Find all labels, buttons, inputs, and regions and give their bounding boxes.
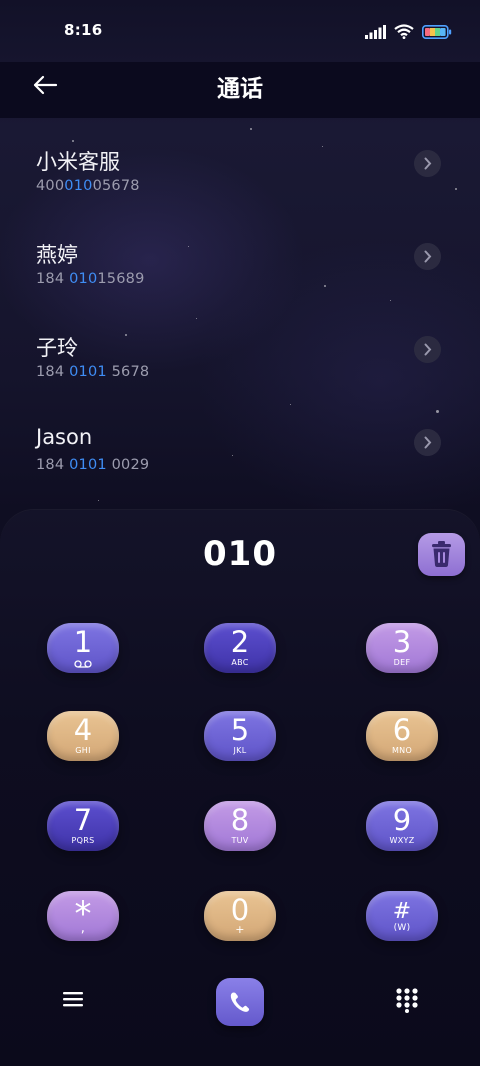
contact-row[interactable]: Jason 184 0101 0029	[0, 397, 480, 490]
contact-number: 184 0101 0029	[36, 457, 150, 473]
number-match-highlight: 010	[64, 178, 93, 194]
dial-key-star[interactable]: *,	[47, 891, 119, 941]
contact-name: Jason	[36, 425, 93, 449]
app-header: 通话	[0, 62, 480, 118]
contact-row[interactable]: 燕婷 184 01015689	[0, 211, 480, 304]
dial-key-8[interactable]: 8 TUV	[204, 801, 276, 851]
phone-icon	[230, 992, 250, 1012]
chevron-right-icon[interactable]	[414, 429, 441, 456]
wifi-icon	[394, 24, 414, 39]
contact-row[interactable]: 子玲 184 0101 5678	[0, 304, 480, 397]
voicemail-icon	[74, 660, 92, 668]
chevron-right-icon[interactable]	[414, 336, 441, 363]
number-match-highlight: 010	[69, 271, 98, 287]
contact-results-list: 小米客服 40001005678 燕婷 184 01015689 子玲 184 …	[0, 118, 480, 490]
chevron-right-icon[interactable]	[414, 150, 441, 177]
number-match-highlight: 0101	[69, 457, 107, 473]
contact-name: 小米客服	[36, 150, 120, 174]
battery-icon	[422, 24, 452, 39]
contact-row[interactable]: 小米客服 40001005678	[0, 118, 480, 211]
contact-number: 184 0101 5678	[36, 364, 150, 380]
status-time: 8:16	[64, 21, 103, 39]
chevron-right-icon[interactable]	[414, 243, 441, 270]
dial-key-4[interactable]: 4 GHI	[47, 711, 119, 761]
dialed-number-display: 010	[203, 534, 277, 574]
trash-icon	[432, 541, 451, 567]
signal-icon	[365, 24, 386, 39]
dial-key-2[interactable]: 2 ABC	[204, 623, 276, 673]
dial-key-3[interactable]: 3 DEF	[366, 623, 438, 673]
contact-name: 燕婷	[36, 243, 78, 267]
status-bar: 8:16	[0, 0, 480, 62]
dial-key-7[interactable]: 7 PQRS	[47, 801, 119, 851]
dial-key-6[interactable]: 6 MNO	[366, 711, 438, 761]
menu-icon[interactable]	[62, 990, 84, 1008]
delete-button[interactable]	[418, 533, 465, 576]
dial-key-1[interactable]: 1	[47, 623, 119, 673]
dial-key-0[interactable]: 0 +	[204, 891, 276, 941]
contact-number: 40001005678	[36, 178, 140, 194]
page-title: 通话	[217, 76, 263, 102]
call-button[interactable]	[216, 978, 264, 1026]
keypad-icon[interactable]	[395, 987, 419, 1013]
number-match-highlight: 0101	[69, 364, 107, 380]
dial-key-5[interactable]: 5 JKL	[204, 711, 276, 761]
contact-name: 子玲	[36, 336, 78, 360]
dial-key-hash[interactable]: # (W)	[366, 891, 438, 941]
contact-number: 184 01015689	[36, 271, 145, 287]
dial-key-9[interactable]: 9 WXYZ	[366, 801, 438, 851]
